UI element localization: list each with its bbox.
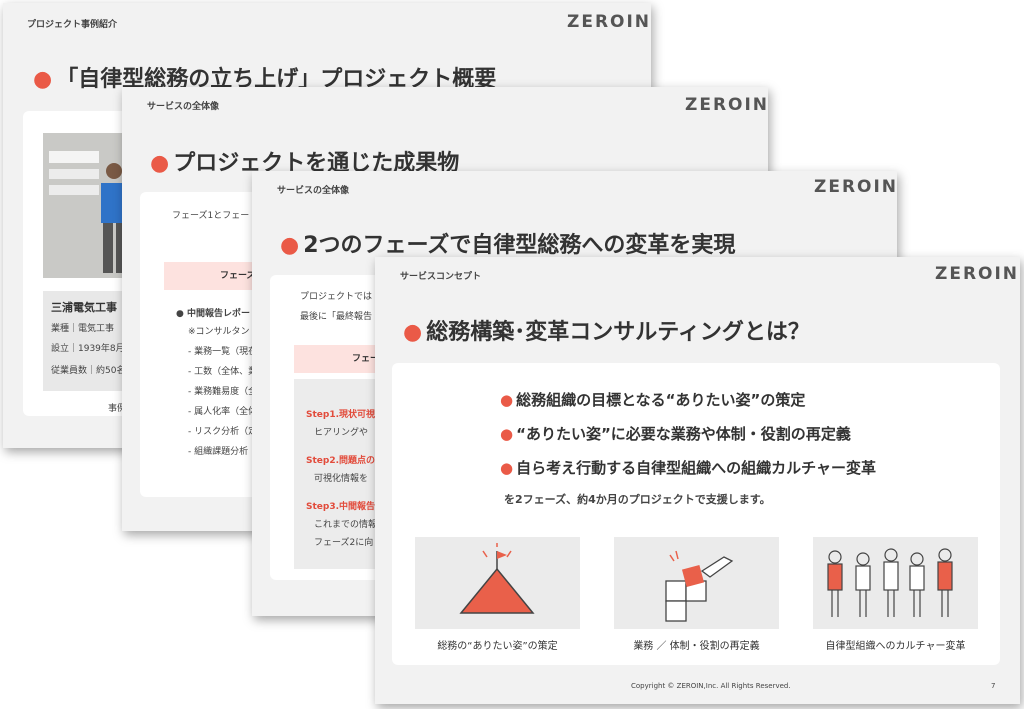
bullet-dot-icon: ● bbox=[280, 233, 300, 258]
slide-title: ● 総務構築･変革コンサルティングとは？ bbox=[403, 320, 810, 345]
project-line: プロジェクトでは bbox=[300, 292, 373, 302]
slide-tag: プロジェクト事例紹介 bbox=[27, 20, 118, 30]
step-body: これまでの情報 bbox=[314, 520, 378, 530]
project-line: 最後に「最終報告 bbox=[300, 312, 373, 322]
company-info-box: 三浦電気工事 業種｜電気工事 設立｜1939年8月 従業員数｜約50名 bbox=[43, 291, 133, 391]
step-heading: Step2.問題点の bbox=[306, 456, 376, 466]
company-name: 三浦電気工事 bbox=[51, 301, 117, 314]
concept-bullet: ● 自ら考え行動する自律型組織への組織カルチャー変革 bbox=[500, 459, 876, 477]
step-heading: Step1.現状可視 bbox=[306, 410, 376, 420]
phase-intro: フェーズ1とフェー bbox=[172, 211, 250, 221]
redefine-illustration bbox=[614, 537, 779, 629]
page-number: 7 bbox=[991, 682, 996, 690]
deliverable-item: - 業務難易度（全 bbox=[188, 387, 258, 397]
slide-service-concept: サービスコンセプト ZEROIN ● 総務構築･変革コンサルティングとは？ ● 総務… bbox=[375, 257, 1020, 704]
bullet-dot-icon: ● bbox=[500, 425, 514, 443]
content-panel: プロジェクトでは 最後に「最終報告 フェー Step1.現状可視 ヒアリングや … bbox=[270, 275, 380, 580]
step-body: ヒアリングや bbox=[314, 428, 369, 438]
bullet-dot-icon: ● bbox=[33, 67, 53, 92]
team-people-icon bbox=[827, 548, 953, 617]
concept-panel: ● 総務組織の目標となる“ありたい姿”の策定 ● “ありたい姿”に必要な業務や体制・… bbox=[392, 363, 1000, 665]
vision-illustration bbox=[415, 537, 580, 629]
culture-illustration bbox=[813, 537, 978, 629]
steps-box: Step1.現状可視 ヒアリングや Step2.問題点の 可視化情報を Step… bbox=[294, 379, 380, 569]
deliverable-item: - 工数（全体、業 bbox=[188, 367, 258, 377]
phase-bar: フェー bbox=[294, 345, 380, 373]
company-employees: 従業員数｜約50名 bbox=[51, 366, 126, 376]
slide-tag: サービスコンセプト bbox=[400, 272, 482, 282]
photo-illustration bbox=[43, 133, 133, 278]
vision-caption: 総務の“ありたい姿”の策定 bbox=[437, 641, 558, 652]
content-panel: フェーズ1とフェー フェーズ ● 中間報告レポー ※コンサルタント - 業務一覧… bbox=[140, 192, 270, 497]
step-body: フェーズ2に向 bbox=[314, 538, 374, 548]
deliverable-item: - リスク分析（定 bbox=[188, 427, 258, 437]
content-panel: 三浦電気工事 業種｜電気工事 設立｜1939年8月 従業員数｜約50名 事例 bbox=[23, 111, 133, 416]
deliverable-item: - 属人化率（全体 bbox=[188, 407, 258, 417]
zeroin-logo: ZEROIN bbox=[567, 12, 651, 32]
puzzle-hand-icon bbox=[665, 550, 734, 622]
culture-caption: 自律型組織へのカルチャー変革 bbox=[825, 641, 966, 652]
deliverable-bullet: ● 中間報告レポー bbox=[176, 309, 251, 319]
bullet-dot-icon: ● bbox=[500, 459, 514, 477]
bullet-dot-icon: ● bbox=[500, 391, 514, 409]
company-founded: 設立｜1939年8月 bbox=[51, 344, 125, 354]
slide-tag: サービスの全体像 bbox=[277, 186, 350, 196]
step-heading: Step3.中間報告 bbox=[306, 502, 376, 512]
bullet-dot-icon: ● bbox=[403, 320, 423, 345]
slide-tag: サービスの全体像 bbox=[147, 102, 220, 112]
zeroin-logo: ZEROIN bbox=[685, 95, 768, 115]
zeroin-logo: ZEROIN bbox=[814, 177, 897, 197]
concept-summary: を2フェーズ、約4か月のプロジェクトで支援します。 bbox=[504, 493, 771, 506]
consultant-note: ※コンサルタント bbox=[188, 327, 259, 337]
bullet-dot-icon: ● bbox=[150, 151, 170, 176]
slide-title: ● 2つのフェーズで自律型総務への変革を実現 bbox=[280, 233, 736, 258]
copyright: Copyright © ZEROIN,Inc. All Rights Reser… bbox=[631, 682, 791, 690]
deliverable-item: - 業務一覧（現在 bbox=[188, 347, 258, 357]
zeroin-logo: ZEROIN bbox=[935, 264, 1020, 284]
concept-bullet: ● “ありたい姿”に必要な業務や体制・役割の再定義 bbox=[500, 425, 851, 443]
office-photo bbox=[43, 133, 133, 278]
concept-bullet: ● 総務組織の目標となる“ありたい姿”の策定 bbox=[500, 391, 806, 409]
redefine-caption: 業務 ／ 体制・役割の再定義 bbox=[633, 641, 760, 652]
mountain-flag-icon bbox=[459, 543, 535, 614]
company-industry: 業種｜電気工事 bbox=[51, 324, 115, 334]
step-body: 可視化情報を bbox=[314, 474, 369, 484]
deliverable-item: - 組織課題分析（ bbox=[188, 447, 258, 457]
